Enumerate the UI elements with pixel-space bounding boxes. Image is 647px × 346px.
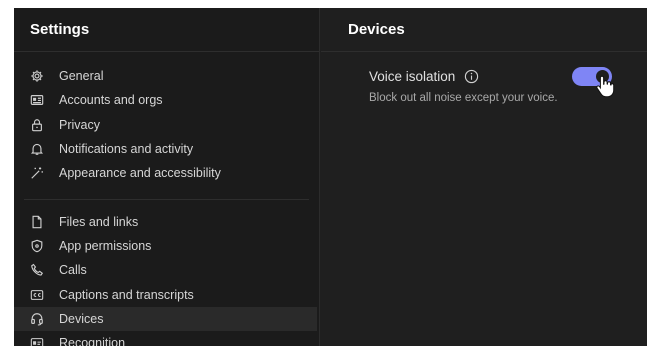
gear-icon bbox=[30, 69, 44, 83]
voice-isolation-description: Block out all noise except your voice. bbox=[369, 92, 558, 104]
sidebar-item-appearance[interactable]: Appearance and accessibility bbox=[14, 161, 317, 185]
sidebar-item-label: Files and links bbox=[59, 214, 139, 229]
sidebar-item-label: Appearance and accessibility bbox=[59, 166, 221, 181]
file-icon bbox=[30, 215, 44, 229]
shield-icon bbox=[30, 239, 44, 253]
toggle-knob bbox=[596, 70, 609, 83]
info-icon[interactable] bbox=[464, 69, 479, 84]
sidebar-item-label: Captions and transcripts bbox=[59, 287, 194, 302]
sidebar-item-accounts[interactable]: Accounts and orgs bbox=[14, 88, 317, 112]
sidebar-item-label: Privacy bbox=[59, 117, 100, 132]
sidebar-item-label: Notifications and activity bbox=[59, 142, 194, 157]
settings-window: Settings General Accounts and orgs Priva… bbox=[14, 8, 647, 346]
devices-panel: Devices Voice isolation Block out all no… bbox=[321, 8, 647, 346]
sidebar-item-label: Calls bbox=[59, 263, 87, 278]
bell-icon bbox=[30, 142, 44, 156]
page-title: Devices bbox=[321, 8, 647, 52]
magic-wand-icon bbox=[30, 166, 44, 180]
sidebar-item-label: Accounts and orgs bbox=[59, 93, 163, 108]
sidebar-title: Settings bbox=[14, 8, 319, 52]
sidebar-group-primary: General Accounts and orgs Privacy Notifi… bbox=[14, 64, 319, 185]
sidebar-item-recognition[interactable]: Recognition bbox=[14, 331, 317, 346]
sidebar-item-captions[interactable]: Captions and transcripts bbox=[14, 282, 317, 306]
sidebar-item-files[interactable]: Files and links bbox=[14, 209, 317, 233]
sidebar-divider bbox=[24, 199, 309, 201]
phone-icon bbox=[30, 263, 44, 277]
sidebar-group-secondary: Files and links App permissions Calls Ca… bbox=[14, 209, 319, 346]
sidebar-item-label: Recognition bbox=[59, 336, 126, 346]
sidebar-item-notifications[interactable]: Notifications and activity bbox=[14, 137, 317, 161]
sidebar-item-general[interactable]: General bbox=[14, 64, 317, 88]
recognition-icon bbox=[30, 336, 44, 346]
sidebar-item-label: Devices bbox=[59, 311, 104, 326]
sidebar-item-privacy[interactable]: Privacy bbox=[14, 113, 317, 137]
lock-icon bbox=[30, 118, 44, 132]
settings-sidebar: Settings General Accounts and orgs Priva… bbox=[14, 8, 320, 346]
voice-isolation-title: Voice isolation bbox=[369, 68, 456, 84]
voice-isolation-toggle[interactable] bbox=[572, 67, 612, 86]
sidebar-item-app-permissions[interactable]: App permissions bbox=[14, 234, 317, 258]
sidebar-item-label: General bbox=[59, 69, 104, 84]
sidebar-item-label: App permissions bbox=[59, 238, 152, 253]
headset-icon bbox=[30, 312, 44, 326]
sidebar-item-calls[interactable]: Calls bbox=[14, 258, 317, 282]
id-card-icon bbox=[30, 93, 44, 107]
sidebar-item-devices[interactable]: Devices bbox=[14, 306, 317, 331]
closed-captions-icon bbox=[30, 288, 44, 302]
